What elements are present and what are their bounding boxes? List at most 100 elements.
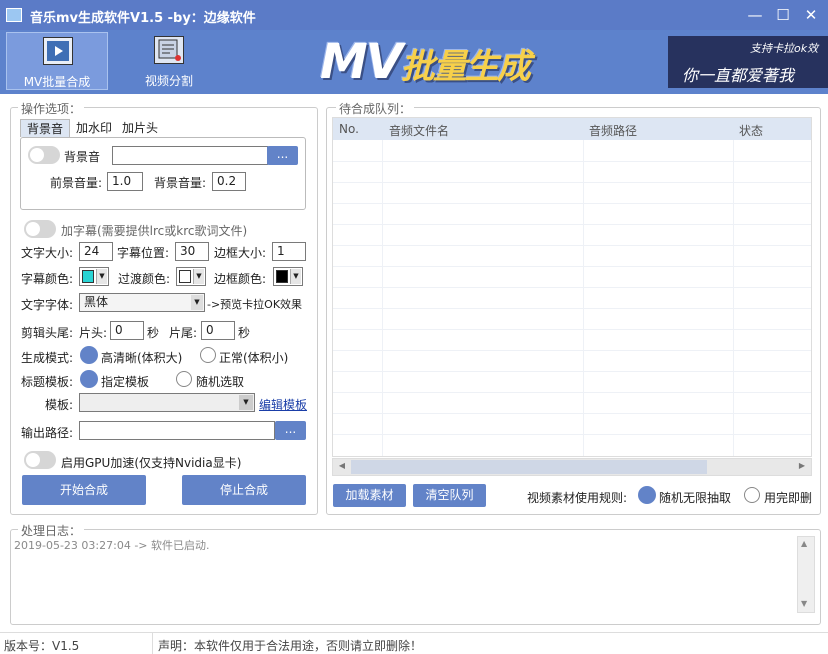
tpl-fixed-radio[interactable]	[80, 370, 98, 388]
font-select[interactable]: 黑体 ▼	[79, 293, 205, 312]
log-line: 2019-05-23 03:27:04 -> 软件已启动.	[14, 539, 210, 552]
gpu-label: 启用GPU加速(仅支持Nvidia显卡)	[61, 456, 242, 470]
tpl-random-radio[interactable]	[176, 371, 192, 387]
maximize-icon[interactable]: ☐	[772, 4, 794, 26]
subtitle-label: 加字幕(需要提供lrc或krc歌词文件)	[61, 224, 248, 238]
divider	[333, 371, 811, 372]
output-label: 输出路径:	[21, 426, 74, 440]
film-icon	[43, 37, 73, 65]
template-select[interactable]: ▼	[79, 393, 255, 412]
template-label: 标题模板:	[21, 375, 74, 389]
tpl-select-label: 模板:	[45, 398, 74, 412]
bgm-toggle[interactable]	[28, 146, 60, 164]
bgm-browse-button[interactable]: ...	[267, 146, 298, 165]
tpl-fixed-label: 指定模板	[101, 375, 150, 389]
logo-mv: MV	[320, 34, 403, 90]
sub-color-swatch	[82, 270, 94, 283]
bgm-path-input[interactable]	[112, 146, 268, 165]
subtitle-toggle[interactable]	[24, 220, 56, 238]
chevron-down-icon: ▼	[191, 295, 203, 310]
divider	[333, 350, 811, 351]
border-color-select[interactable]: ▼	[273, 267, 303, 286]
scroll-down-icon[interactable]: ▼	[801, 599, 807, 608]
divider	[333, 329, 811, 330]
divider	[333, 266, 811, 267]
output-path-input[interactable]	[79, 421, 275, 440]
trans-color-swatch	[179, 270, 191, 283]
window-title: 音乐mv生成软件V1.5 -by：边缘软件	[30, 11, 256, 26]
tail-input[interactable]: 0	[201, 321, 235, 340]
mode-normal-radio[interactable]	[200, 347, 216, 363]
col-status[interactable]: 状态	[739, 122, 763, 139]
head-sec: 秒	[147, 326, 160, 340]
divider	[333, 413, 811, 414]
trans-color-label: 过渡颜色:	[118, 272, 171, 286]
log-scrollbar[interactable]: ▲ ▼	[797, 536, 815, 613]
gpu-toggle[interactable]	[24, 451, 56, 469]
bg-volume-input[interactable]: 0.2	[212, 172, 246, 191]
border-size-input[interactable]: 1	[272, 242, 306, 261]
tpl-random-label: 随机选取	[196, 375, 245, 389]
col-filename[interactable]: 音频文件名	[389, 122, 449, 139]
head-label: 片头:	[79, 326, 108, 340]
mv-batch-tab[interactable]: MV批量合成	[6, 32, 108, 90]
fg-volume-label: 前景音量:	[50, 176, 103, 190]
queue-legend: 待合成队列：	[336, 100, 415, 117]
queue-table[interactable]: No. 音频文件名 音频路径 状态	[332, 117, 812, 457]
version-text: 版本号：V1.5	[4, 639, 80, 653]
tab-watermark[interactable]: 加水印	[72, 119, 116, 137]
add-material-button[interactable]: 加载素材	[333, 484, 406, 507]
video-split-label: 视频分割	[144, 74, 193, 88]
logo-cn: 批量生成	[400, 47, 531, 87]
banner-line2: 你一直都爱著我	[682, 66, 795, 85]
bgm-label: 背景音	[64, 150, 101, 164]
head-input[interactable]: 0	[110, 321, 144, 340]
tab-bgm[interactable]: 背景音	[20, 119, 70, 137]
horizontal-scrollbar[interactable]: ◀ ▶	[332, 458, 812, 476]
preview-karaoke-link[interactable]: ->预览卡拉OK效果	[207, 296, 302, 312]
sub-color-select[interactable]: ▼	[79, 267, 109, 286]
start-button[interactable]: 开始合成	[22, 475, 146, 505]
divider	[333, 287, 811, 288]
col-path[interactable]: 音频路径	[589, 122, 637, 139]
title-bar: 音乐mv生成软件V1.5 -by：边缘软件 — ☐ ✕	[0, 0, 828, 30]
output-browse-button[interactable]: ...	[275, 421, 306, 440]
scroll-left-icon[interactable]: ◀	[335, 461, 349, 473]
chevron-down-icon: ▼	[290, 269, 301, 284]
trans-color-select[interactable]: ▼	[176, 267, 206, 286]
stop-button[interactable]: 停止合成	[182, 475, 306, 505]
rule-random-radio[interactable]	[638, 486, 656, 504]
scroll-thumb[interactable]	[351, 460, 707, 474]
options-legend: 操作选项：	[18, 100, 85, 117]
chevron-down-icon: ▼	[96, 269, 107, 284]
minimize-icon[interactable]: —	[744, 4, 766, 26]
tail-sec: 秒	[238, 326, 251, 340]
clear-queue-button[interactable]: 清空队列	[413, 484, 486, 507]
border-color-swatch	[276, 270, 288, 283]
close-icon[interactable]: ✕	[800, 4, 822, 26]
split-icon	[154, 36, 184, 64]
divider	[333, 308, 811, 309]
divider	[583, 140, 584, 456]
sub-pos-input[interactable]: 30	[175, 242, 209, 261]
rule-once-label: 用完即删	[764, 491, 813, 505]
sub-color-label: 字幕颜色:	[21, 272, 74, 286]
divider	[152, 633, 153, 654]
divider	[333, 161, 811, 162]
scroll-right-icon[interactable]: ▶	[795, 461, 809, 473]
tab-intro[interactable]: 加片头	[118, 119, 162, 137]
col-no[interactable]: No.	[339, 122, 359, 136]
divider	[333, 203, 811, 204]
rule-once-radio[interactable]	[744, 487, 760, 503]
fg-volume-input[interactable]: 1.0	[107, 172, 143, 191]
video-split-tab[interactable]: 视频分割	[118, 32, 220, 90]
table-header: No. 音频文件名 音频路径 状态	[333, 118, 811, 140]
trim-label: 剪辑头尾:	[21, 326, 74, 340]
font-size-input[interactable]: 24	[79, 242, 113, 261]
scroll-up-icon[interactable]: ▲	[801, 539, 807, 548]
divider	[333, 182, 811, 183]
app-logo: MV批量生成	[320, 34, 531, 90]
mode-hd-radio[interactable]	[80, 346, 98, 364]
edit-template-link[interactable]: 编辑模板	[259, 396, 307, 413]
chevron-down-icon: ▼	[239, 395, 253, 410]
